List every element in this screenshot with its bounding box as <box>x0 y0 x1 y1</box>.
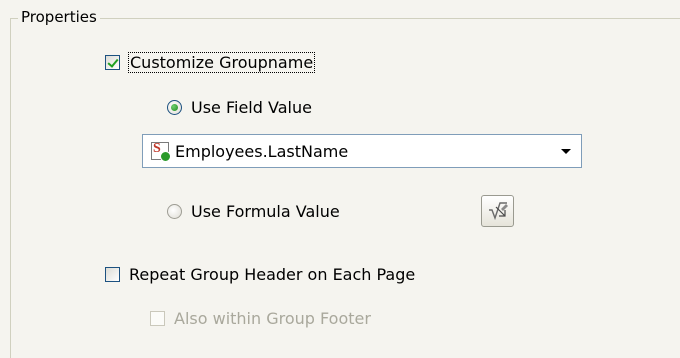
repeat-group-header-checkbox[interactable] <box>105 267 120 282</box>
customize-groupname-row[interactable]: Customize Groupname <box>105 52 316 73</box>
use-formula-value-label[interactable]: Use Formula Value <box>191 202 340 221</box>
formula-editor-button[interactable] <box>481 195 514 227</box>
customize-groupname-label[interactable]: Customize Groupname <box>127 52 316 73</box>
use-formula-value-radio[interactable] <box>167 204 182 219</box>
field-combobox-value: Employees.LastName <box>175 141 349 161</box>
also-within-footer-row[interactable]: Also within Group Footer <box>150 309 371 328</box>
also-within-footer-checkbox[interactable] <box>150 311 165 326</box>
properties-legend: Properties <box>18 7 100 27</box>
use-field-value-label[interactable]: Use Field Value <box>191 98 312 117</box>
combobox-dropdown-button[interactable] <box>551 136 581 166</box>
formula-editor-icon <box>488 202 508 221</box>
also-within-footer-label: Also within Group Footer <box>174 309 371 328</box>
chevron-down-icon <box>561 148 571 154</box>
sql-field-icon: S <box>151 141 171 162</box>
repeat-group-header-label[interactable]: Repeat Group Header on Each Page <box>129 265 415 284</box>
use-formula-value-row[interactable]: Use Formula Value <box>167 202 340 221</box>
use-field-value-row[interactable]: Use Field Value <box>167 98 312 117</box>
repeat-group-header-row[interactable]: Repeat Group Header on Each Page <box>105 265 415 284</box>
field-combobox[interactable]: S Employees.LastName <box>142 134 582 168</box>
customize-groupname-checkbox[interactable] <box>105 55 120 70</box>
use-field-value-radio[interactable] <box>167 100 182 115</box>
